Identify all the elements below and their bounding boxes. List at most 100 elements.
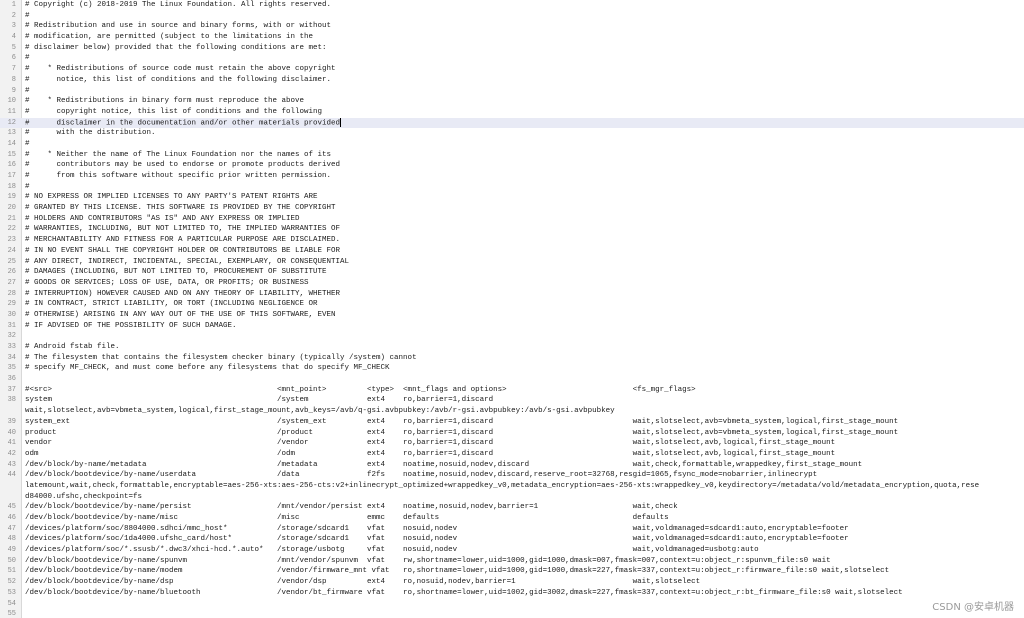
line-text[interactable]: /dev/block/bootdevice/by-name/bluetooth … [21,588,1024,599]
line-text[interactable] [21,331,1024,342]
line-text[interactable]: latemount,wait,check,formattable,encrypt… [21,481,1024,492]
line-text[interactable]: d84000.ufshc,checkpoint=fs [21,492,1024,503]
editor-line[interactable]: 18 # [0,182,1024,193]
editor-line[interactable]: 24 # IN NO EVENT SHALL THE COPYRIGHT HOLD… [0,246,1024,257]
editor-line[interactable]: latemount,wait,check,formattable,encrypt… [0,481,1024,492]
editor-line[interactable]: 48/devices/platform/soc/1da4000.ufshc_ca… [0,534,1024,545]
line-text[interactable] [21,374,1024,385]
editor-line[interactable]: 50/dev/block/bootdevice/by-name/spunvm /… [0,556,1024,567]
line-text[interactable]: # disclaimer below) provided that the fo… [21,43,1024,54]
editor-line[interactable]: 23 # MERCHANTABILITY AND FITNESS FOR A PA… [0,235,1024,246]
editor-line[interactable]: 53/dev/block/bootdevice/by-name/bluetoot… [0,588,1024,599]
editor-line[interactable]: 5 # disclaimer below) provided that the f… [0,43,1024,54]
editor-line[interactable]: 54 [0,599,1024,610]
line-text[interactable]: # notice, this list of conditions and th… [21,75,1024,86]
line-text[interactable]: /dev/block/bootdevice/by-name/persist /m… [21,502,1024,513]
editor-line[interactable]: 19 # NO EXPRESS OR IMPLIED LICENSES TO AN… [0,192,1024,203]
line-text[interactable]: # MERCHANTABILITY AND FITNESS FOR A PART… [21,235,1024,246]
line-text[interactable]: # [21,11,1024,22]
editor-line[interactable]: 13 # with the distribution. [0,128,1024,139]
line-text[interactable]: # IN CONTRACT, STRICT LIABILITY, OR TORT… [21,299,1024,310]
editor-line[interactable]: 16 # contributors may be used to endorse … [0,160,1024,171]
code-editor[interactable]: 1 # Copyright (c) 2018-2019 The Linux Fou… [0,0,1024,618]
line-text[interactable]: odm /odm ext4 ro,barrier=1,discard wait,… [21,449,1024,460]
line-text[interactable]: # [21,182,1024,193]
editor-line[interactable]: 17 # from this software without specific … [0,171,1024,182]
line-text[interactable]: # contributors may be used to endorse or… [21,160,1024,171]
line-text[interactable]: wait,slotselect,avb=vbmeta_system,logica… [21,406,1024,417]
editor-line[interactable]: 43/dev/block/by-name/metadata /metadata … [0,460,1024,471]
editor-line[interactable]: 52/dev/block/bootdevice/by-name/dsp /ven… [0,577,1024,588]
line-text[interactable]: # with the distribution. [21,128,1024,139]
editor-line[interactable]: 51/dev/block/bootdevice/by-name/modem /v… [0,566,1024,577]
editor-line[interactable]: 8 # notice, this list of conditions and t… [0,75,1024,86]
line-text[interactable]: /devices/platform/soc/*.ssusb/*.dwc3/xhc… [21,545,1024,556]
editor-line[interactable]: 27 # GOODS OR SERVICES; LOSS OF USE, DATA… [0,278,1024,289]
editor-line[interactable]: 4 # modification, are permitted (subject … [0,32,1024,43]
line-text[interactable]: system_ext /system_ext ext4 ro,barrier=1… [21,417,1024,428]
line-text[interactable]: # INTERRUPTION) HOWEVER CAUSED AND ON AN… [21,289,1024,300]
editor-line[interactable]: wait,slotselect,avb=vbmeta_system,logica… [0,406,1024,417]
editor-line[interactable]: 6 # [0,53,1024,64]
line-text[interactable]: # from this software without specific pr… [21,171,1024,182]
line-text[interactable]: # Redistribution and use in source and b… [21,21,1024,32]
editor-line[interactable]: 29 # IN CONTRACT, STRICT LIABILITY, OR TO… [0,299,1024,310]
line-text[interactable]: system /system ext4 ro,barrier=1,discard [21,395,1024,406]
editor-line[interactable]: 15 # * Neither the name of The Linux Foun… [0,150,1024,161]
line-text[interactable]: # The filesystem that contains the files… [21,353,1024,364]
editor-line[interactable]: 1 # Copyright (c) 2018-2019 The Linux Fou… [0,0,1024,11]
line-text[interactable]: product /product ext4 ro,barrier=1,disca… [21,428,1024,439]
editor-line[interactable]: 46/dev/block/bootdevice/by-name/misc /mi… [0,513,1024,524]
editor-line[interactable]: 41 vendor /vendor ext4 ro,barrier=1,disca… [0,438,1024,449]
line-text[interactable]: # modification, are permitted (subject t… [21,32,1024,43]
editor-line[interactable]: 11 # copyright notice, this list of condi… [0,107,1024,118]
editor-line[interactable]: 28 # INTERRUPTION) HOWEVER CAUSED AND ON … [0,289,1024,300]
line-text[interactable]: /dev/block/bootdevice/by-name/spunvm /mn… [21,556,1024,567]
editor-line[interactable]: 20 # GRANTED BY THIS LICENSE. THIS SOFTWA… [0,203,1024,214]
line-text[interactable]: # ANY DIRECT, INDIRECT, INCIDENTAL, SPEC… [21,257,1024,268]
line-text[interactable] [21,599,1024,610]
line-text[interactable]: # Android fstab file. [21,342,1024,353]
line-text[interactable]: /dev/block/bootdevice/by-name/dsp /vendo… [21,577,1024,588]
line-text[interactable]: # * Redistributions in binary form must … [21,96,1024,107]
line-text[interactable]: # [21,86,1024,97]
editor-line[interactable]: 32 [0,331,1024,342]
line-text[interactable]: /dev/block/bootdevice/by-name/modem /ven… [21,566,1024,577]
line-text[interactable]: # WARRANTIES, INCLUDING, BUT NOT LIMITED… [21,224,1024,235]
line-text[interactable]: # IN NO EVENT SHALL THE COPYRIGHT HOLDER… [21,246,1024,257]
editor-line[interactable]: 21 # HOLDERS AND CONTRIBUTORS "AS IS" AND… [0,214,1024,225]
editor-line[interactable]: 2 # [0,11,1024,22]
line-text[interactable]: # GOODS OR SERVICES; LOSS OF USE, DATA, … [21,278,1024,289]
editor-line[interactable]: 25 # ANY DIRECT, INDIRECT, INCIDENTAL, SP… [0,257,1024,268]
editor-line[interactable]: d84000.ufshc,checkpoint=fs [0,492,1024,503]
line-text[interactable]: # * Neither the name of The Linux Founda… [21,150,1024,161]
editor-line[interactable]: 38 system /system ext4 ro,barrier=1,disca… [0,395,1024,406]
editor-line[interactable]: 49/devices/platform/soc/*.ssusb/*.dwc3/x… [0,545,1024,556]
line-text[interactable]: # NO EXPRESS OR IMPLIED LICENSES TO ANY … [21,192,1024,203]
editor-line[interactable]: 33 # Android fstab file. [0,342,1024,353]
line-text[interactable]: /devices/platform/soc/8804000.sdhci/mmc_… [21,524,1024,535]
line-text[interactable]: vendor /vendor ext4 ro,barrier=1,discard… [21,438,1024,449]
editor-line[interactable]: 39 system_ext /system_ext ext4 ro,barrier… [0,417,1024,428]
editor-line[interactable]: 22 # WARRANTIES, INCLUDING, BUT NOT LIMIT… [0,224,1024,235]
editor-line[interactable]: 31 # IF ADVISED OF THE POSSIBILITY OF SUC… [0,321,1024,332]
line-text[interactable]: # specify MF_CHECK, and must come before… [21,363,1024,374]
line-text[interactable]: # HOLDERS AND CONTRIBUTORS "AS IS" AND A… [21,214,1024,225]
editor-line[interactable]: 7 # * Redistributions of source code must… [0,64,1024,75]
line-text[interactable]: #<src> <mnt_point> <type> <mnt_flags and… [21,385,1024,396]
editor-line[interactable]: 26 # DAMAGES (INCLUDING, BUT NOT LIMITED … [0,267,1024,278]
editor-line[interactable]: 44/dev/block/bootdevice/by-name/userdata… [0,470,1024,481]
line-text[interactable]: # OTHERWISE) ARISING IN ANY WAY OUT OF T… [21,310,1024,321]
editor-line[interactable]: 3 # Redistribution and use in source and … [0,21,1024,32]
line-text[interactable]: # [21,53,1024,64]
line-text[interactable]: # copyright notice, this list of conditi… [21,107,1024,118]
editor-line[interactable]: 47/devices/platform/soc/8804000.sdhci/mm… [0,524,1024,535]
line-text[interactable]: /devices/platform/soc/1da4000.ufshc_card… [21,534,1024,545]
line-text[interactable]: # [21,139,1024,150]
editor-line[interactable]: 55 [0,609,1024,618]
editor-line[interactable]: 10 # * Redistributions in binary form mus… [0,96,1024,107]
line-text[interactable]: # Copyright (c) 2018-2019 The Linux Foun… [21,0,1024,11]
editor-line[interactable]: 37 #<src> <mnt_point> <type> <mnt_flags a… [0,385,1024,396]
line-text[interactable]: /dev/block/by-name/metadata /metadata ex… [21,460,1024,471]
line-text[interactable]: /dev/block/bootdevice/by-name/userdata /… [21,470,1024,481]
